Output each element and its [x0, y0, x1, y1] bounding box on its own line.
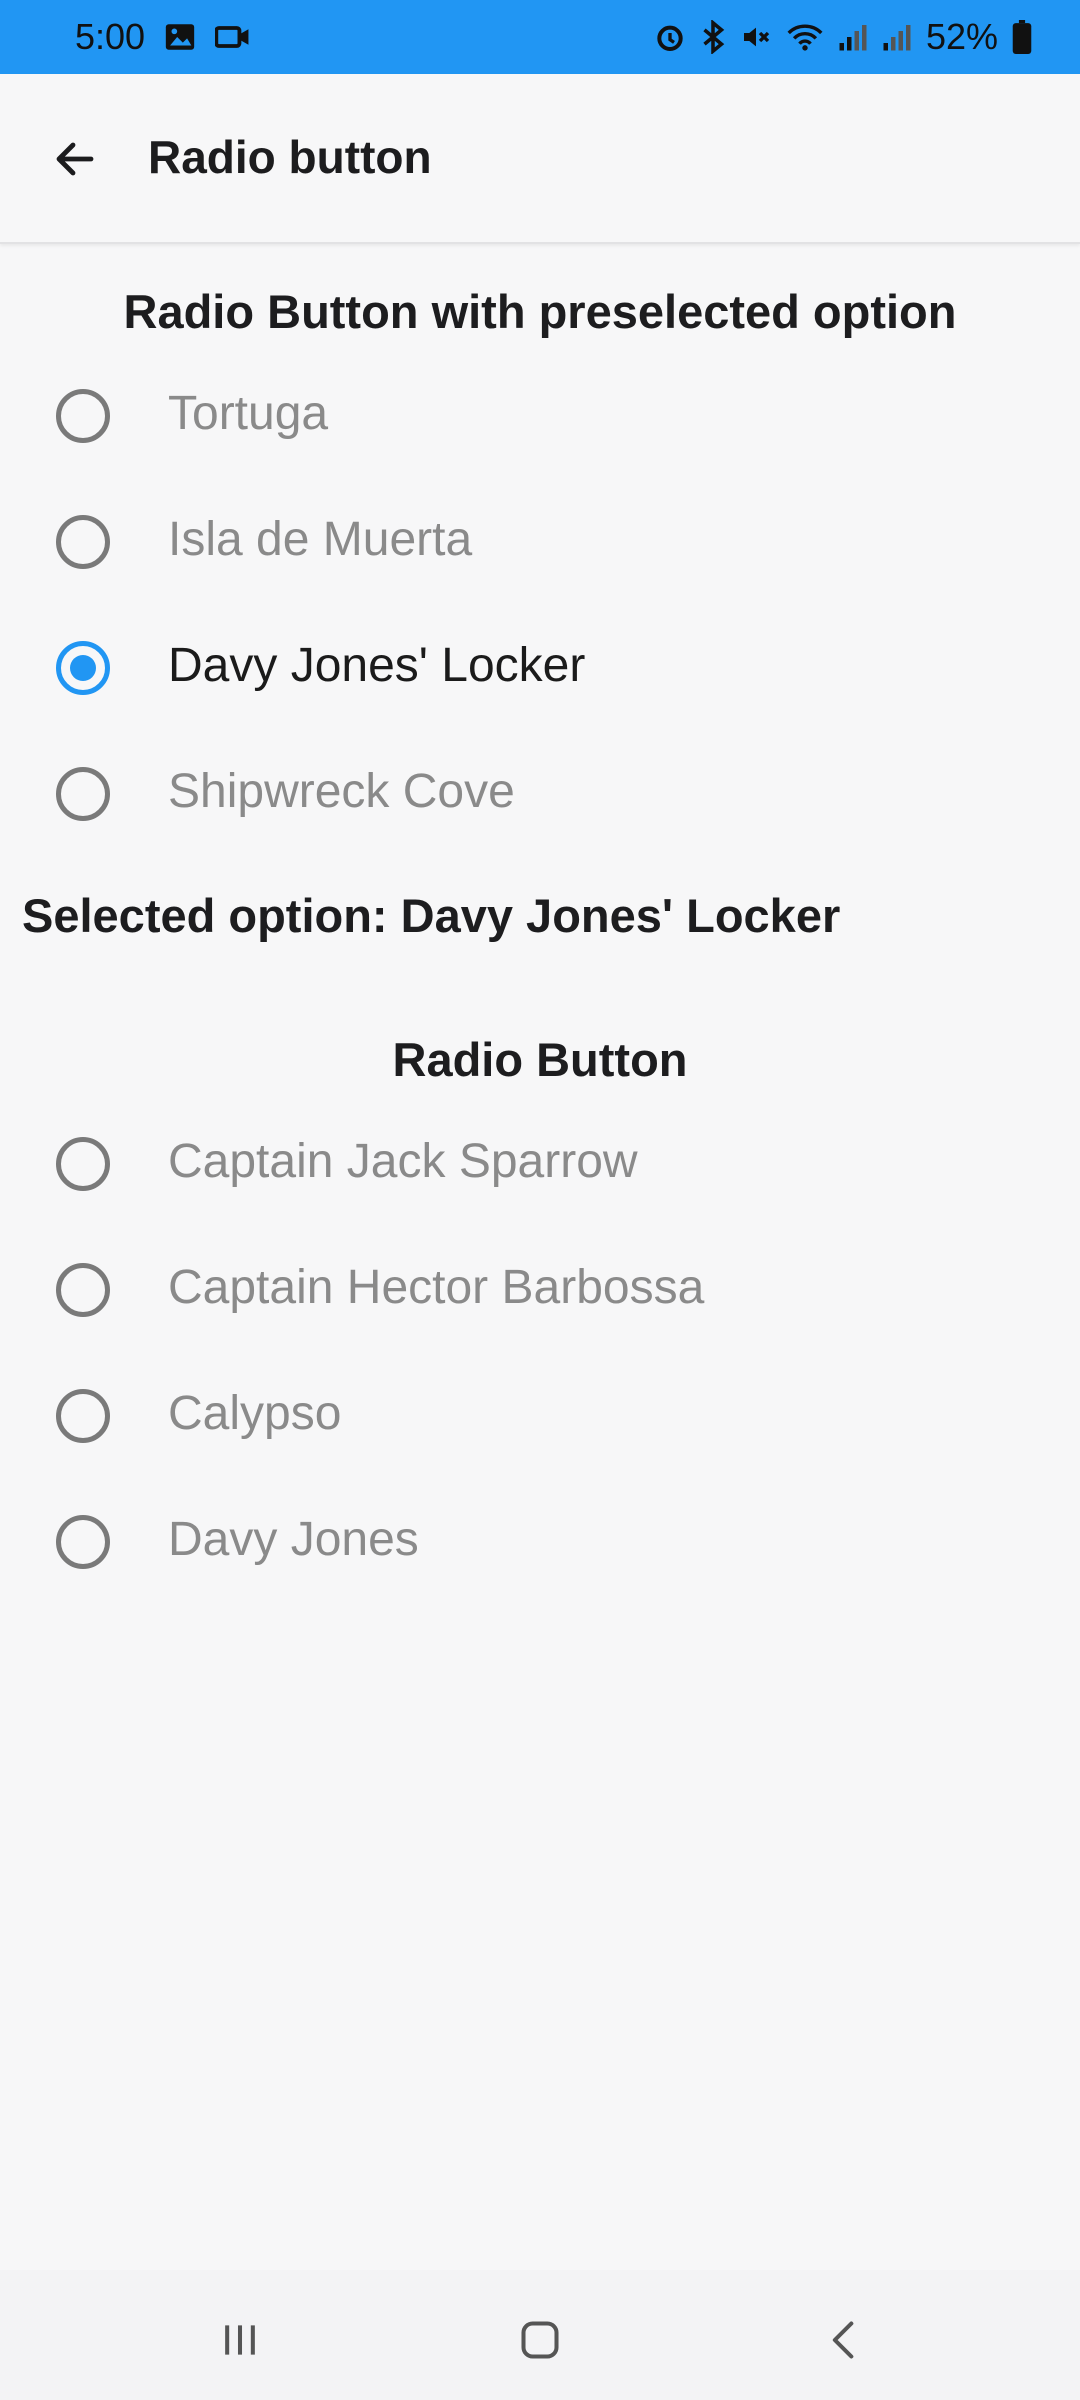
recent-apps-icon [225, 2325, 255, 2355]
radio-option[interactable]: Calypso [0, 1356, 1080, 1476]
radio-option-label: Captain Jack Sparrow [168, 1135, 638, 1188]
gallery-icon [163, 20, 197, 54]
radio-unchecked-icon[interactable] [56, 515, 110, 569]
radio-option-label: Calypso [168, 1387, 342, 1440]
selected-option-text: Selected option: Davy Jones' Locker [22, 889, 841, 942]
radio-unchecked-icon[interactable] [56, 1515, 110, 1569]
battery-percent: 52% [925, 16, 998, 57]
signal-icon [838, 22, 868, 52]
recent-apps-button[interactable] [200, 2300, 280, 2380]
radio-option[interactable]: Captain Jack Sparrow [0, 1104, 1080, 1224]
app-bar: Radio button [0, 74, 1080, 244]
radio-unchecked-icon[interactable] [56, 389, 110, 443]
radio-checked-icon[interactable] [56, 641, 110, 695]
alarm-icon [654, 21, 686, 53]
radio-option[interactable]: Captain Hector Barbossa [0, 1230, 1080, 1350]
radio-option-selected[interactable]: Davy Jones' Locker [0, 608, 1080, 728]
radio-option[interactable]: Davy Jones [0, 1482, 1080, 1602]
section-title-preselected: Radio Button with preselected option [123, 285, 957, 338]
page-title: Radio button [148, 131, 432, 183]
radio-option[interactable]: Tortuga [0, 356, 1080, 476]
status-time: 5:00 [75, 16, 146, 57]
section-title-radio: Radio Button [392, 1033, 688, 1086]
chevron-left-icon [832, 2321, 854, 2359]
signal-icon [882, 22, 912, 52]
radio-option-label: Isla de Muerta [168, 513, 473, 566]
radio-unchecked-icon[interactable] [56, 1137, 110, 1191]
radio-option[interactable]: Shipwreck Cove [0, 734, 1080, 854]
arrow-left-icon [56, 142, 94, 176]
radio-option-label: Captain Hector Barbossa [168, 1261, 705, 1314]
back-button[interactable] [40, 124, 110, 194]
system-nav-bar [0, 2270, 1080, 2400]
radio-option-label: Davy Jones [168, 1513, 419, 1566]
radio-unchecked-icon[interactable] [56, 1263, 110, 1317]
radio-option-label: Shipwreck Cove [168, 765, 515, 818]
wifi-icon [786, 21, 824, 53]
home-icon [521, 2321, 559, 2359]
home-button[interactable] [500, 2300, 580, 2380]
radio-option[interactable]: Isla de Muerta [0, 482, 1080, 602]
bluetooth-icon [700, 20, 726, 54]
radio-option-label: Tortuga [168, 387, 329, 440]
status-bar: 5:00 52% [0, 0, 1080, 74]
radio-option-label: Davy Jones' Locker [168, 639, 586, 692]
battery-icon [1012, 20, 1032, 54]
video-camera-icon [215, 22, 251, 52]
back-nav-button[interactable] [804, 2300, 884, 2380]
radio-unchecked-icon[interactable] [56, 1389, 110, 1443]
mute-icon [740, 21, 772, 53]
radio-unchecked-icon[interactable] [56, 767, 110, 821]
